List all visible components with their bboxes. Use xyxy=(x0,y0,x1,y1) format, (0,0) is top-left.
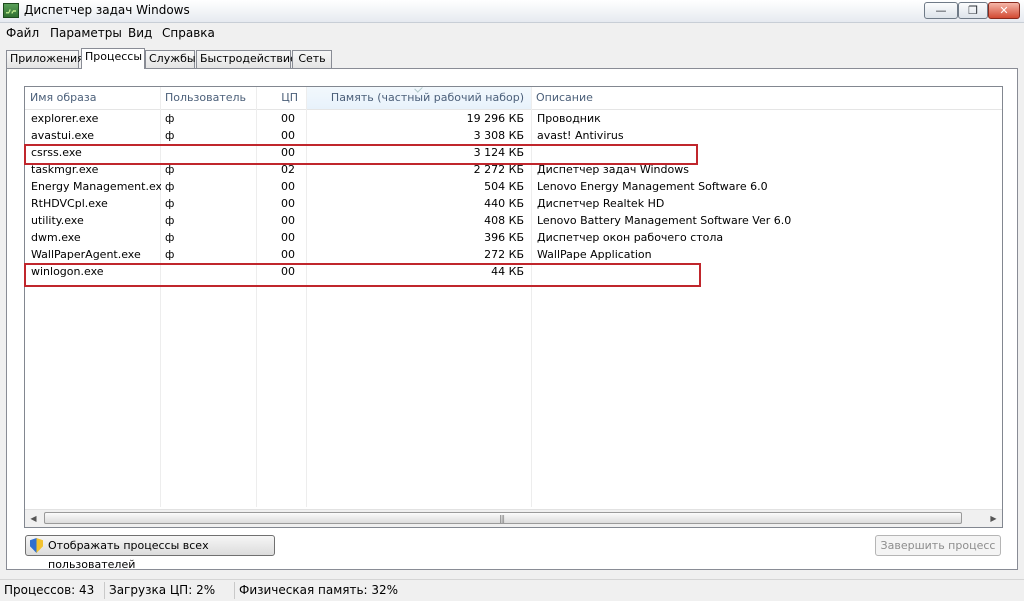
process-memory-cell: 19 296 КБ xyxy=(466,112,524,125)
process-description-cell: Диспетчер Realtek HD xyxy=(537,197,665,210)
process-name-cell: dwm.exe xyxy=(31,231,81,244)
end-process-button[interactable]: Завершить процесс xyxy=(875,535,1001,556)
tab-processes[interactable]: Процессы xyxy=(81,48,145,69)
process-memory-cell: 440 КБ xyxy=(484,197,524,210)
process-memory-cell: 396 КБ xyxy=(484,231,524,244)
column-cpu[interactable]: ЦП xyxy=(256,87,306,109)
process-user-cell: ф xyxy=(165,163,175,176)
process-user-cell: ф xyxy=(165,129,175,142)
table-row[interactable]: winlogon.exe 00 44 КБ xyxy=(25,263,1002,280)
tab-performance[interactable]: Быстродействие xyxy=(196,50,297,68)
process-user-cell: ф xyxy=(165,180,175,193)
minimize-button[interactable]: — xyxy=(924,2,958,19)
column-image-name[interactable]: Имя образа xyxy=(25,87,160,109)
table-row[interactable]: dwm.exe ф 00 396 КБ Диспетчер окон рабочего … xyxy=(25,229,1002,246)
table-row[interactable]: RtHDVCpl.exe ф 00 440 КБ Диспетчер Realtek H… xyxy=(25,195,1002,212)
process-memory-cell: 272 КБ xyxy=(484,248,524,261)
scroll-right-icon[interactable]: ▶ xyxy=(985,510,1002,527)
process-memory-cell: 44 КБ xyxy=(491,265,524,278)
status-cpu-usage: Загрузка ЦП: 2% xyxy=(109,583,216,597)
status-process-count: Процессов: 43 xyxy=(4,583,95,597)
process-description-cell: Lenovo Battery Management Software Ver 6… xyxy=(537,214,792,227)
process-name-cell: explorer.exe xyxy=(31,112,99,125)
status-bar: Процессов: 43 Загрузка ЦП: 2% Физическая… xyxy=(0,579,1024,601)
process-description-cell xyxy=(537,263,977,280)
process-description-cell: Проводник xyxy=(537,112,601,125)
menu-view[interactable]: Вид xyxy=(128,26,152,40)
table-row[interactable]: utility.exe ф 00 408 КБ Lenovo Battery Manag… xyxy=(25,212,1002,229)
process-cpu-cell: 00 xyxy=(281,248,295,261)
process-cpu-cell: 00 xyxy=(281,231,295,244)
table-row[interactable]: Energy Management.exe ф 00 504 КБ Lenovo Ene… xyxy=(25,178,1002,195)
table-row[interactable]: csrss.exe 00 3 124 КБ xyxy=(25,144,1002,161)
process-name-cell: WallPaperAgent.exe xyxy=(31,248,141,261)
table-row[interactable]: taskmgr.exe ф 02 2 272 КБ Диспетчер задач Wi… xyxy=(25,161,1002,178)
process-user-cell: ф xyxy=(165,112,175,125)
process-cpu-cell: 00 xyxy=(281,146,295,159)
process-cpu-cell: 00 xyxy=(281,129,295,142)
process-name-cell: winlogon.exe xyxy=(31,265,104,278)
task-manager-icon xyxy=(3,3,19,18)
scroll-left-icon[interactable]: ◀ xyxy=(25,510,42,527)
process-description-cell: avast! Antivirus xyxy=(537,129,624,142)
tab-services[interactable]: Службы xyxy=(145,50,196,68)
close-button[interactable]: ✕ xyxy=(988,2,1020,19)
process-list[interactable]: Имя образа Пользователь ЦП Память (частн… xyxy=(24,86,1003,528)
process-memory-cell: 408 КБ xyxy=(484,214,524,227)
process-name-cell: RtHDVCpl.exe xyxy=(31,197,108,210)
process-user-cell: ф xyxy=(165,248,175,261)
process-memory-cell: 3 308 КБ xyxy=(473,129,524,142)
process-user-cell xyxy=(165,144,205,161)
status-physical-memory: Физическая память: 32% xyxy=(239,583,399,597)
menu-bar: Файл Параметры Вид Справка xyxy=(0,23,1024,43)
process-cpu-cell: 02 xyxy=(281,163,295,176)
process-memory-cell: 3 124 КБ xyxy=(473,146,524,159)
process-cpu-cell: 00 xyxy=(281,265,295,278)
process-description-cell: Диспетчер окон рабочего стола xyxy=(537,231,724,244)
process-description-cell xyxy=(537,144,977,161)
column-description[interactable]: Описание xyxy=(531,87,1002,109)
process-cpu-cell: 00 xyxy=(281,180,295,193)
scrollbar-thumb[interactable]: ||| xyxy=(44,512,962,524)
process-user-cell: ф xyxy=(165,231,175,244)
process-name-cell: avastui.exe xyxy=(31,129,95,142)
horizontal-scrollbar[interactable]: ◀ ||| ▶ xyxy=(25,509,1002,527)
show-all-users-button[interactable]: Отображать процессы всех пользователей xyxy=(25,535,275,571)
tab-network[interactable]: Сеть xyxy=(292,50,332,68)
maximize-button[interactable]: ❐ xyxy=(958,2,988,19)
table-row[interactable]: WallPaperAgent.exe ф 00 272 КБ WallPape Appl… xyxy=(25,246,1002,263)
process-memory-cell: 504 КБ xyxy=(484,180,524,193)
process-name-cell: taskmgr.exe xyxy=(31,163,99,176)
process-cpu-cell: 00 xyxy=(281,214,295,227)
column-user[interactable]: Пользователь xyxy=(160,87,256,109)
uac-shield-icon xyxy=(30,538,43,553)
process-name-cell: utility.exe xyxy=(31,214,84,227)
process-cpu-cell: 00 xyxy=(281,112,295,125)
menu-options[interactable]: Параметры xyxy=(50,26,122,40)
table-row[interactable]: explorer.exe ф 00 19 296 КБ Проводник xyxy=(25,110,1002,127)
table-row[interactable]: avastui.exe ф 00 3 308 КБ avast! Antivirus xyxy=(25,127,1002,144)
tab-applications[interactable]: Приложения xyxy=(6,50,84,68)
process-user-cell: ф xyxy=(165,197,175,210)
title-bar: Диспетчер задач Windows — ❐ ✕ xyxy=(0,0,1024,23)
menu-file[interactable]: Файл xyxy=(6,26,39,40)
process-cpu-cell: 00 xyxy=(281,197,295,210)
list-header: Имя образа Пользователь ЦП Память (частн… xyxy=(25,87,1002,110)
process-user-cell xyxy=(165,263,205,280)
process-memory-cell: 2 272 КБ xyxy=(473,163,524,176)
menu-help[interactable]: Справка xyxy=(162,26,215,40)
process-description-cell: WallPape Application xyxy=(537,248,652,261)
window-title: Диспетчер задач Windows xyxy=(24,3,190,17)
process-description-cell: Lenovo Energy Management Software 6.0 xyxy=(537,180,768,193)
process-user-cell: ф xyxy=(165,214,175,227)
process-description-cell: Диспетчер задач Windows xyxy=(537,163,689,176)
process-name-cell: Energy Management.exe xyxy=(31,180,161,193)
process-name-cell: csrss.exe xyxy=(31,146,82,159)
